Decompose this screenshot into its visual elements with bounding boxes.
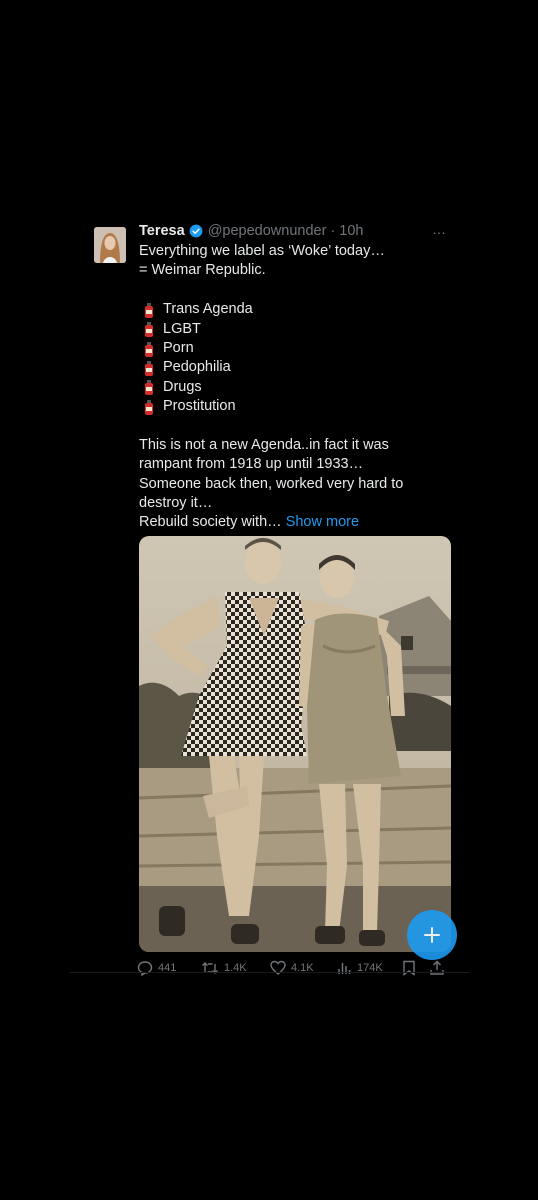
views-chart-icon	[338, 963, 351, 974]
avatar[interactable]	[94, 227, 126, 263]
text-line: This is not a new Agenda..in fact it was	[139, 436, 389, 453]
fire-extinguisher-icon	[145, 322, 153, 338]
author-name[interactable]: Teresa	[139, 223, 185, 239]
list-item: Trans Agenda	[139, 300, 439, 319]
divider	[70, 972, 470, 973]
text-line: destroy it…	[139, 495, 213, 512]
list-item: LGBT	[139, 320, 439, 339]
fire-extinguisher-icon	[145, 380, 153, 396]
verified-badge-icon	[189, 224, 203, 238]
author-handle-time[interactable]: @pepedownunder · 10h	[208, 223, 364, 239]
last-line-text: Rebuild society with…	[139, 514, 282, 531]
list-item-label: Trans Agenda	[163, 301, 253, 318]
share-button[interactable]	[429, 958, 450, 978]
tweet-text: Everything we label as ‘Woke’ today… = W…	[139, 242, 439, 533]
share-icon	[430, 960, 444, 975]
list-item: Drugs	[139, 378, 439, 397]
list-item: Pedophilia	[139, 358, 439, 377]
action-bar: 441 1.4K 4.1K 174K	[137, 958, 449, 978]
tweet: Teresa @pepedownunder · 10h … Everything…	[0, 0, 538, 1200]
tweet-header: Teresa @pepedownunder · 10h	[139, 221, 364, 241]
more-options-icon[interactable]: …	[432, 221, 447, 237]
show-more-link[interactable]: Show more	[286, 514, 359, 530]
like-button[interactable]: 4.1K	[270, 958, 314, 978]
reply-button[interactable]: 441	[137, 958, 176, 978]
reply-icon	[137, 961, 153, 976]
compose-button[interactable]	[407, 910, 457, 960]
text-line: Someone back then, worked very hard to	[139, 475, 404, 492]
text-line: rampant from 1918 up until 1933…	[139, 456, 364, 473]
bookmark-icon	[403, 960, 415, 976]
views-button[interactable]: 174K	[336, 958, 383, 978]
list-item-label: Drugs	[163, 378, 202, 395]
text-line: Everything we label as ‘Woke’ today…	[139, 243, 385, 259]
text-line: = Weimar Republic.	[139, 262, 266, 279]
list-item: Porn	[139, 339, 439, 358]
fire-extinguisher-icon	[145, 399, 153, 415]
tweet-photo[interactable]	[139, 536, 451, 952]
text-line: Rebuild society with… Show more	[139, 513, 439, 532]
fire-extinguisher-icon	[145, 361, 153, 377]
compose-plus-icon	[424, 927, 440, 943]
retweet-icon	[202, 962, 218, 974]
list-item-label: Prostitution	[163, 398, 236, 415]
retweet-button[interactable]: 1.4K	[201, 958, 247, 978]
list-item-label: LGBT	[163, 320, 201, 337]
fire-extinguisher-icon	[145, 341, 153, 357]
list-item: Prostitution	[139, 397, 439, 416]
bookmark-button[interactable]	[402, 958, 421, 978]
heart-icon	[270, 960, 286, 975]
list-item-label: Porn	[163, 339, 194, 356]
fire-extinguisher-icon	[145, 302, 153, 318]
list-item-label: Pedophilia	[163, 359, 231, 376]
